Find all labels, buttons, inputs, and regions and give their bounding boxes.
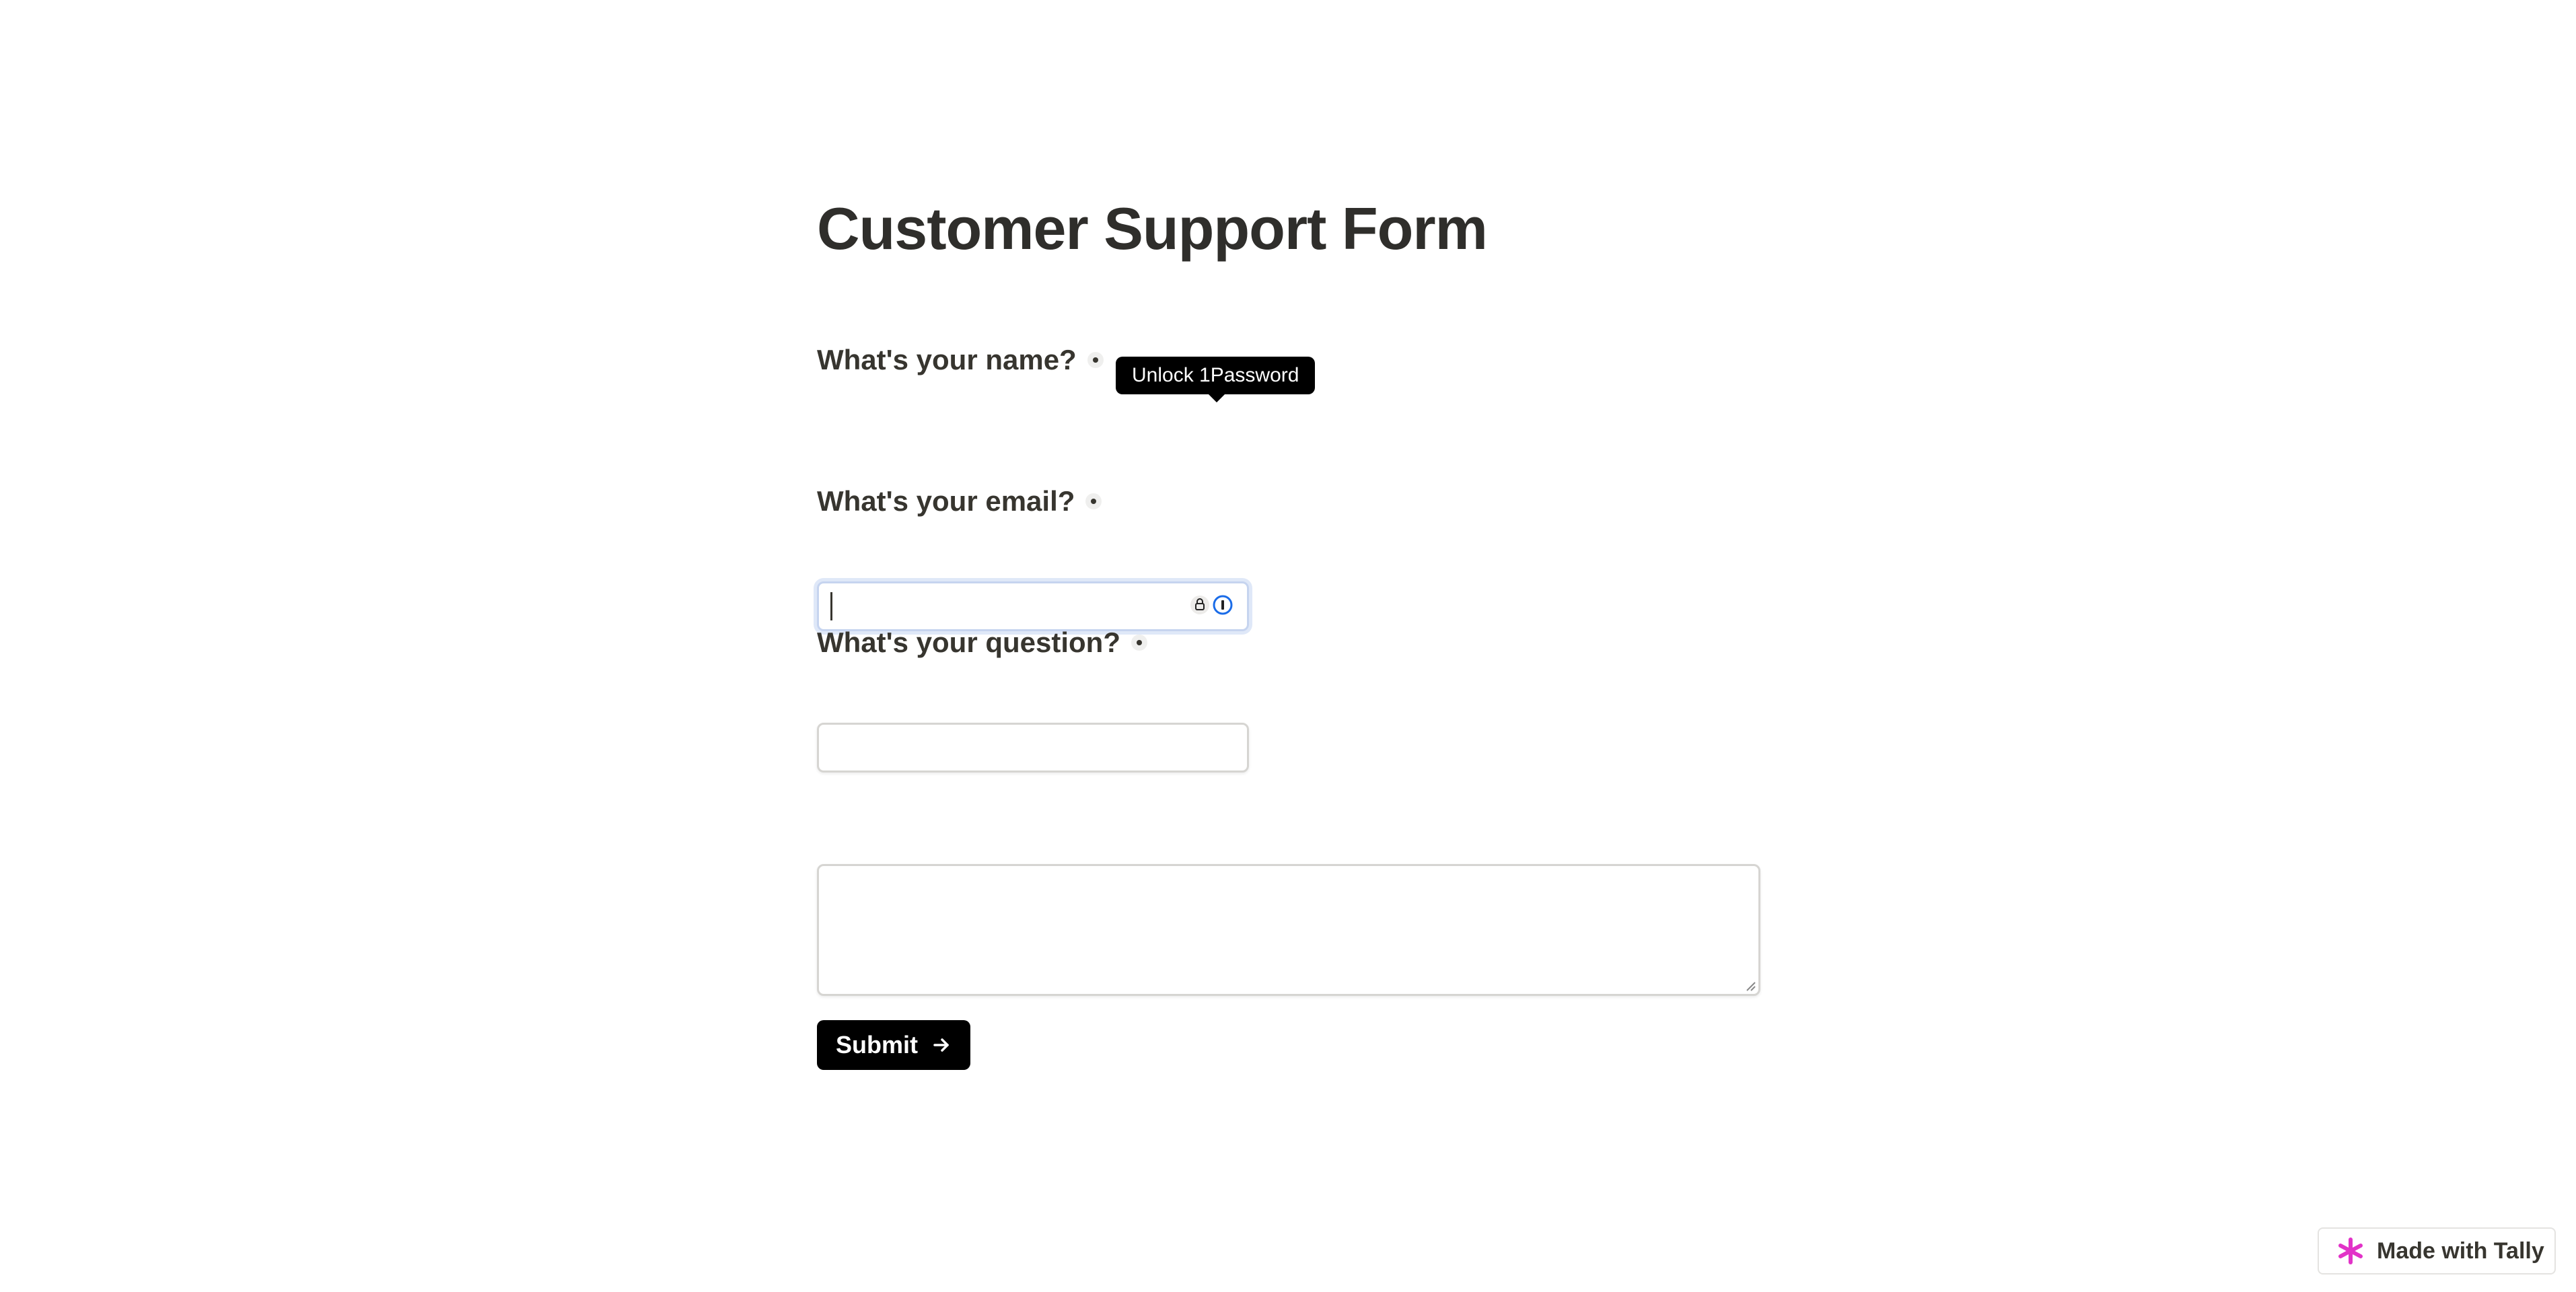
password-manager-icons [1190, 595, 1233, 615]
question-name-label: What's your name? [817, 340, 1104, 380]
lock-icon[interactable] [1190, 595, 1210, 615]
question-textarea[interactable] [817, 864, 1760, 996]
required-indicator-icon [1085, 493, 1102, 509]
form-title: Customer Support Form [817, 195, 1488, 262]
submit-button[interactable]: Submit [817, 1020, 970, 1070]
tally-asterisk-icon [2338, 1237, 2363, 1264]
page: Customer Support Form What's your name? [0, 0, 2576, 1292]
unlock-1password-tooltip: Unlock 1Password [1116, 357, 1316, 402]
email-input-wrapper [817, 723, 1249, 773]
submit-button-label: Submit [836, 1031, 918, 1058]
resize-handle-icon[interactable] [1744, 980, 1756, 992]
question-label-text: What's your name? [817, 344, 1077, 375]
arrow-right-icon [933, 1038, 949, 1052]
required-indicator-icon [1087, 352, 1104, 368]
text-caret [830, 592, 832, 620]
question-question-label: What's your question? [817, 622, 1147, 663]
badge-label: Made with Tally [2377, 1237, 2544, 1264]
1password-icon[interactable] [1213, 595, 1233, 615]
question-label-text: What's your email? [817, 485, 1075, 517]
question-email-label: What's your email? [817, 481, 1102, 522]
made-with-tally-badge[interactable]: Made with Tally [2318, 1227, 2556, 1275]
required-indicator-icon [1131, 635, 1147, 651]
support-form: Customer Support Form What's your name? [817, 188, 1762, 1070]
question-textarea-wrapper [817, 864, 1760, 996]
question-label-text: What's your question? [817, 626, 1120, 658]
email-input[interactable] [817, 723, 1249, 773]
